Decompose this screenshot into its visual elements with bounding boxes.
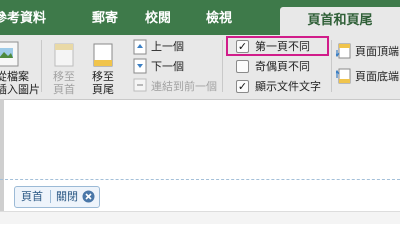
ribbon-separator — [41, 40, 42, 92]
different-first-page-checkbox[interactable]: ✓ — [236, 40, 249, 53]
different-odd-even-checkbox[interactable] — [236, 60, 249, 73]
go-to-header-line2: 頁首 — [53, 83, 75, 96]
header-from-top-label: 頁面頂端 — [355, 45, 399, 58]
header-position-icon — [336, 43, 351, 59]
tab-review[interactable]: 校閱 — [145, 8, 171, 30]
tab-references[interactable]: 參考資料 — [0, 8, 46, 30]
next-section-icon — [133, 58, 147, 74]
previous-label: 上一個 — [151, 40, 184, 53]
tab-view[interactable]: 檢視 — [206, 8, 232, 30]
link-to-previous-label: 連結到前一個 — [151, 80, 217, 93]
header-tag: 頁首 關閉 — [14, 186, 100, 208]
go-to-footer-line1: 移至 — [92, 70, 114, 83]
ribbon-separator — [222, 40, 223, 92]
go-to-header-icon — [54, 43, 74, 67]
link-icon — [133, 78, 147, 92]
ribbon-separator — [331, 40, 332, 92]
page-edge — [0, 99, 4, 211]
show-document-text-label: 顯示文件文字 — [255, 80, 321, 93]
previous-section-icon — [133, 39, 147, 55]
go-to-footer-line2: 頁尾 — [92, 83, 114, 96]
header-boundary-line — [0, 179, 400, 180]
different-first-page-label: 第一頁不同 — [255, 40, 310, 53]
close-header-label: 關閉 — [56, 190, 78, 203]
picture-label-line1: 從檔案 — [0, 70, 29, 83]
header-tag-label: 頁首 — [21, 190, 43, 203]
show-document-text-checkbox[interactable]: ✓ — [236, 80, 249, 93]
picture-label-line2: 插入圖片 — [0, 83, 40, 96]
different-odd-even-label: 奇偶頁不同 — [255, 60, 310, 73]
page-bottom-strip — [0, 211, 400, 224]
tab-header-footer[interactable]: 頁首和頁尾 — [280, 7, 400, 35]
footer-position-icon — [336, 68, 351, 84]
go-to-header-line1: 移至 — [53, 70, 75, 83]
ribbon-tab-bar: 參考資料 郵寄 校閱 檢視 頁首和頁尾 — [0, 0, 400, 35]
picture-icon — [0, 41, 19, 67]
next-label: 下一個 — [151, 60, 184, 73]
tab-mailings[interactable]: 郵寄 — [92, 8, 118, 30]
close-icon — [82, 190, 95, 203]
header-tag-divider — [50, 190, 51, 203]
footer-from-bottom-label: 頁面底端 — [355, 70, 399, 83]
go-to-footer-icon — [93, 43, 113, 67]
